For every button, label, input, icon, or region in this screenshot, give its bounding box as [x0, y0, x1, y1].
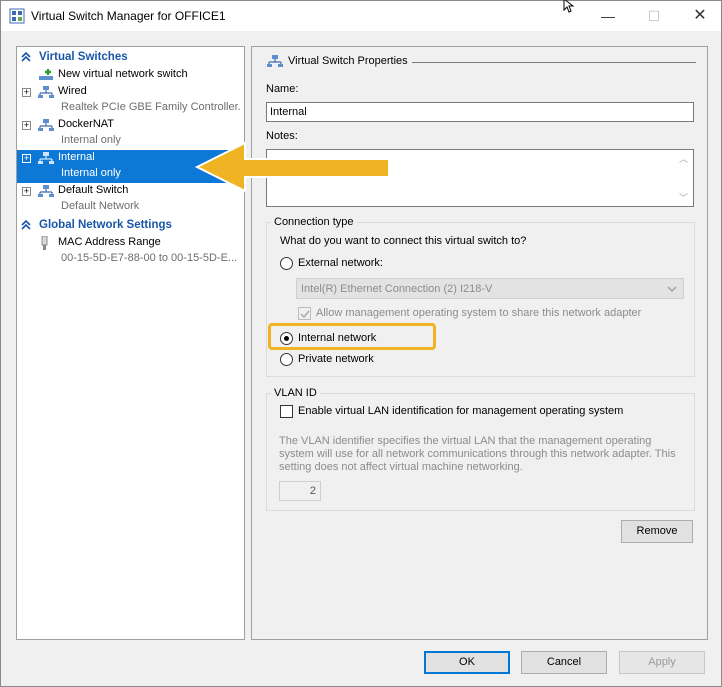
private-network-label[interactable]: Private network [298, 353, 374, 365]
minimize-button[interactable]: — [585, 1, 631, 31]
connection-question: What do you want to connect this virtual… [280, 235, 527, 247]
sidebar-item-label: MAC Address Range [58, 236, 161, 248]
virtual-switches-section-header[interactable]: Virtual Switches [17, 49, 244, 65]
new-switch-icon [39, 69, 53, 80]
scroll-up-icon[interactable]: ︿ [679, 152, 688, 165]
maximize-button[interactable]: ☐ [631, 1, 677, 31]
expand-icon[interactable]: + [22, 187, 31, 196]
properties-panel: Virtual Switch Properties Name: Internal… [251, 46, 708, 640]
sidebar-item-sublabel: 00-15-5D-E7-88-00 to 00-15-5D-E... [61, 252, 238, 264]
external-network-label[interactable]: External network: [298, 257, 383, 269]
private-network-radio[interactable] [280, 353, 293, 366]
internal-network-label[interactable]: Internal network [298, 332, 376, 344]
sidebar-item-sublabel: Realtek PCIe GBE Family Controller... [61, 101, 241, 113]
name-label: Name: [266, 83, 299, 95]
cancel-button[interactable]: Cancel [521, 651, 607, 674]
sidebar-item-new-virtual-network-switch[interactable]: New virtual network switch [17, 67, 244, 84]
section-divider [412, 62, 696, 63]
mouse-cursor-icon [563, 0, 575, 13]
network-switch-icon [38, 119, 54, 131]
chevron-down-icon [667, 286, 677, 292]
expand-icon[interactable]: + [22, 121, 31, 130]
expand-icon[interactable]: + [22, 88, 31, 97]
internal-network-radio[interactable] [280, 332, 293, 345]
expand-icon[interactable]: + [22, 154, 31, 163]
virtual-switch-manager-icon [9, 8, 25, 24]
global-network-settings-label: Global Network Settings [39, 219, 172, 231]
sidebar-item-label: Default Switch [58, 184, 129, 196]
network-switch-icon [38, 86, 54, 98]
vlan-title: VLAN ID [271, 387, 320, 399]
close-button[interactable]: ✕ [677, 1, 722, 31]
scroll-down-icon[interactable]: ﹀ [679, 191, 688, 204]
network-adapter-icon [41, 236, 48, 250]
properties-section-title: Virtual Switch Properties [288, 55, 408, 67]
external-network-radio[interactable] [280, 257, 293, 270]
network-switch-icon [38, 185, 54, 197]
switch-tree-panel: Virtual Switches New virtual network swi… [16, 46, 245, 640]
vlan-id-input[interactable]: 2 [279, 481, 321, 501]
virtual-switches-header-label: Virtual Switches [39, 51, 128, 63]
adapter-select[interactable]: Intel(R) Ethernet Connection (2) I218-V [296, 278, 684, 299]
virtual-switch-manager-window: Virtual Switch Manager for OFFICE1 — ☐ ✕… [0, 0, 722, 687]
sidebar-item-label: New virtual network switch [58, 68, 188, 80]
sidebar-item-label: Wired [58, 85, 87, 97]
sidebar-item-label: Internal [58, 151, 95, 163]
collapse-chevron-icon[interactable] [20, 51, 32, 63]
name-input[interactable]: Internal [266, 102, 694, 122]
network-switch-icon [267, 55, 283, 67]
ok-button[interactable]: OK [424, 651, 510, 674]
network-switch-icon [38, 152, 54, 164]
notes-scrollbar[interactable]: ︿ ﹀ [676, 151, 692, 205]
annotation-arrow-icon [194, 141, 390, 193]
collapse-chevron-icon[interactable] [20, 219, 32, 231]
adapter-select-value: Intel(R) Ethernet Connection (2) I218-V [301, 283, 493, 295]
apply-button[interactable]: Apply [619, 651, 705, 674]
connection-type-title: Connection type [271, 216, 357, 228]
sidebar-item-sublabel: Default Network [61, 200, 140, 212]
window-title: Virtual Switch Manager for OFFICE1 [31, 9, 226, 23]
sidebar-item-mac-address-range[interactable]: MAC Address Range 00-15-5D-E7-88-00 to 0… [17, 235, 244, 268]
vlan-description: The VLAN identifier specifies the virtua… [279, 435, 676, 473]
enable-vlan-checkbox[interactable] [280, 405, 293, 418]
enable-vlan-label[interactable]: Enable virtual LAN identification for ma… [298, 405, 623, 417]
title-bar: Virtual Switch Manager for OFFICE1 — ☐ ✕ [1, 0, 722, 31]
allow-management-checkbox[interactable] [298, 307, 311, 320]
global-network-settings-section-header[interactable]: Global Network Settings [17, 217, 244, 233]
checkmark-icon [300, 310, 310, 319]
sidebar-item-wired[interactable]: + Wired Realtek PCIe GBE Family Controll… [17, 84, 244, 117]
allow-management-label: Allow management operating system to sha… [316, 307, 642, 319]
remove-button[interactable]: Remove [621, 520, 693, 543]
sidebar-item-label: DockerNAT [58, 118, 115, 130]
